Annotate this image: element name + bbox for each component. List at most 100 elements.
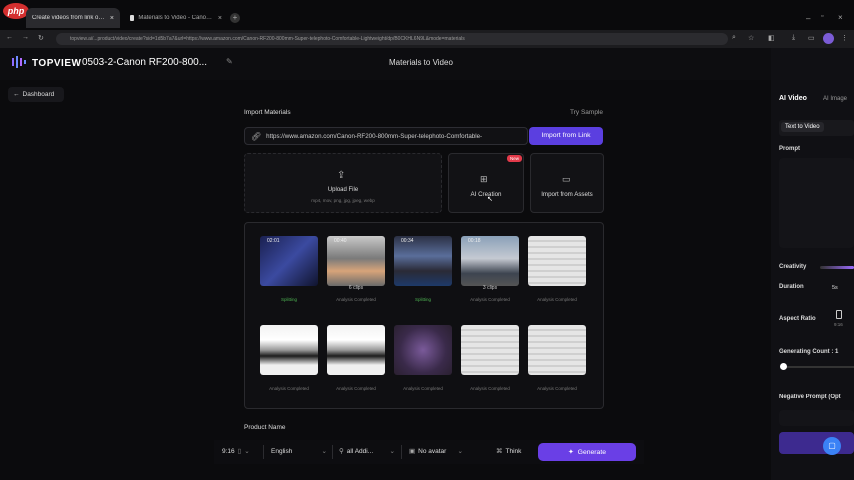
material-status: Analysis Completed: [537, 297, 577, 302]
material-status: Analysis Completed: [537, 386, 577, 391]
material-status: Splitting: [414, 297, 431, 302]
panel-generate-button[interactable]: [779, 432, 854, 454]
window-close-icon[interactable]: ×: [838, 13, 843, 22]
edit-title-icon[interactable]: ✎: [226, 57, 233, 66]
ratio-value: 9:16: [222, 447, 235, 455]
forward-icon[interactable]: →: [22, 34, 29, 41]
tab-favicon-icon: [130, 15, 135, 21]
material-thumbnail[interactable]: [528, 236, 586, 286]
chat-support-icon[interactable]: ▢: [823, 437, 841, 455]
download-icon[interactable]: ⤓: [792, 34, 795, 42]
back-icon[interactable]: ←: [6, 34, 13, 41]
try-sample-link[interactable]: Try Sample: [570, 109, 603, 116]
material-thumbnail[interactable]: [461, 325, 519, 375]
material-item[interactable]: 02:01 Splitting: [259, 236, 325, 308]
material-duration: 00:34: [401, 238, 414, 244]
material-clips-count: 3 clips: [482, 285, 498, 291]
material-item[interactable]: 00:34 Splitting: [393, 236, 459, 308]
avatar-value: No avatar: [418, 447, 447, 455]
chevron-down-icon: ⌄: [457, 448, 463, 455]
close-icon[interactable]: ×: [110, 15, 114, 22]
link-input[interactable]: 🔗︎ https://www.amazon.com/Canon-RF200-80…: [244, 127, 528, 145]
material-item[interactable]: 00:18 3 clips Analysis Completed: [460, 236, 526, 308]
profile-avatar[interactable]: [823, 33, 834, 44]
material-item[interactable]: Analysis Completed: [259, 325, 325, 397]
tab-ai-image[interactable]: AI Image: [823, 96, 847, 102]
bookmark-icon[interactable]: ☆: [748, 34, 754, 42]
close-icon[interactable]: ×: [218, 15, 222, 22]
new-badge: New: [507, 155, 523, 162]
menu-icon[interactable]: ⋮: [841, 34, 848, 42]
browser-tab-1[interactable]: Create videos from link or script ×: [26, 8, 120, 28]
folder-icon: ▭: [562, 174, 571, 184]
generating-count-label: Generating Count : 1: [779, 349, 839, 355]
upload-file-dropzone[interactable]: [244, 153, 442, 213]
subtab-text-to-video[interactable]: Text to Video: [781, 122, 824, 132]
think-toggle[interactable]: ⌘ Think: [496, 447, 522, 456]
material-item[interactable]: Analysis Completed: [527, 325, 593, 397]
page-title: Materials to Video: [389, 58, 453, 67]
dashboard-label: Dashboard: [22, 91, 55, 98]
avatar-icon: ▣: [409, 448, 416, 455]
upload-hint: mp4, mov, png, jpg, jpeg, webp: [311, 198, 375, 203]
think-icon: ⌘: [496, 448, 503, 455]
reload-icon[interactable]: ↻: [38, 34, 44, 42]
zoom-icon[interactable]: ⌕: [732, 34, 736, 42]
language-select[interactable]: English ⌄: [271, 447, 327, 456]
sparkle-icon: ✦: [567, 449, 574, 456]
negative-prompt-field[interactable]: [779, 410, 854, 426]
material-item[interactable]: Analysis Completed: [393, 325, 459, 397]
app-logo[interactable]: TOPVIEW: [32, 58, 81, 69]
location-icon: ⚲: [339, 448, 344, 455]
audience-select[interactable]: ⚲ all Addi... ⌄: [339, 447, 395, 456]
material-item[interactable]: 00:40 6 clips Analysis Completed: [326, 236, 392, 308]
project-title: 0503-2-Canon RF200-800...: [82, 57, 208, 68]
avatar-select[interactable]: ▣ No avatar ⌄: [409, 447, 463, 456]
link-icon: 🔗︎: [251, 131, 262, 141]
negative-prompt-label: Negative Prompt (Opt: [779, 394, 841, 400]
sidebar-toggle-icon[interactable]: ▭: [808, 34, 815, 42]
creativity-slider[interactable]: [820, 266, 854, 269]
ratio-select[interactable]: 9:16 ▯ ⌄: [222, 447, 250, 456]
audience-value: all Addi...: [346, 447, 374, 455]
material-thumbnail[interactable]: [394, 325, 452, 375]
material-thumbnail[interactable]: [528, 325, 586, 375]
material-status: Analysis Completed: [470, 386, 510, 391]
new-tab-button[interactable]: +: [230, 13, 240, 23]
aspect-ratio-icon[interactable]: [836, 310, 842, 319]
count-slider-handle[interactable]: [780, 363, 787, 370]
duration-label: Duration: [779, 284, 804, 290]
language-value: English: [271, 447, 293, 455]
material-status: Splitting: [280, 297, 297, 302]
url-field[interactable]: topview.ai/...product/video/create?sid=1…: [56, 33, 728, 45]
extensions-icon[interactable]: ◧: [768, 34, 775, 42]
material-duration: 02:01: [267, 238, 280, 244]
tab-label: Materials to Video - Canon RF200-800: [138, 15, 214, 21]
creativity-label: Creativity: [779, 264, 807, 270]
import-from-assets-label: Import from Assets: [541, 191, 593, 198]
topview-logo-icon: [12, 56, 26, 68]
import-materials-label: Import Materials: [244, 109, 291, 116]
prompt-label: Prompt: [779, 146, 800, 152]
prompt-textarea[interactable]: [779, 158, 854, 248]
dashboard-button[interactable]: ← Dashboard: [8, 87, 64, 102]
divider: [401, 445, 402, 459]
think-label: Think: [505, 447, 522, 455]
material-item[interactable]: Analysis Completed: [527, 236, 593, 308]
material-thumbnail[interactable]: [327, 325, 385, 375]
generate-button[interactable]: ✦ Generate: [538, 443, 636, 461]
maximize-icon[interactable]: ▫: [821, 13, 823, 20]
tab-label: Create videos from link or script: [32, 15, 106, 21]
count-slider-track[interactable]: [783, 366, 854, 368]
material-item[interactable]: Analysis Completed: [460, 325, 526, 397]
minimize-icon[interactable]: –: [806, 14, 810, 23]
material-item[interactable]: Analysis Completed: [326, 325, 392, 397]
tab-ai-video[interactable]: AI Video: [779, 95, 807, 102]
material-status: Analysis Completed: [403, 386, 443, 391]
browser-tab-2[interactable]: Materials to Video - Canon RF200-800 ×: [124, 8, 228, 28]
generate-label: Generate: [577, 448, 607, 456]
duration-value[interactable]: 5s: [832, 285, 838, 291]
upload-icon: ⇪: [337, 170, 346, 181]
import-from-link-button[interactable]: Import from Link: [529, 127, 603, 145]
material-thumbnail[interactable]: [260, 325, 318, 375]
